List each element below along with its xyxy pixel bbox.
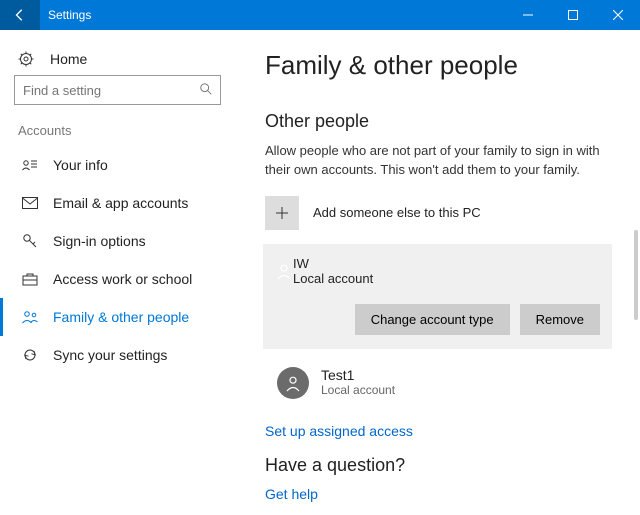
remove-account-button[interactable]: Remove — [520, 304, 600, 335]
mail-icon — [21, 197, 39, 209]
sync-icon — [21, 347, 39, 363]
close-button[interactable] — [595, 0, 640, 30]
account-name: Test1 — [321, 367, 395, 383]
nav-item-work-school[interactable]: Access work or school — [0, 260, 235, 298]
home-button[interactable]: Home — [0, 45, 235, 75]
account-name: IW — [293, 256, 373, 271]
scrollbar[interactable] — [634, 230, 638, 320]
back-button[interactable] — [0, 0, 40, 30]
nav-label: Access work or school — [53, 271, 192, 287]
maximize-button[interactable] — [550, 0, 595, 30]
nav-item-your-info[interactable]: Your info — [0, 146, 235, 184]
person-card-icon — [21, 158, 39, 172]
account-card-selected[interactable]: IW Local account Change account type Rem… — [263, 244, 612, 349]
question-title: Have a question? — [265, 455, 610, 476]
nav-item-signin[interactable]: Sign-in options — [0, 222, 235, 260]
nav-item-email[interactable]: Email & app accounts — [0, 184, 235, 222]
section-description: Allow people who are not part of your fa… — [265, 142, 605, 180]
search-input[interactable] — [14, 75, 221, 105]
home-label: Home — [50, 51, 87, 67]
account-card[interactable]: Test1 Local account — [265, 355, 610, 411]
nav-label: Sync your settings — [53, 347, 167, 363]
minimize-button[interactable] — [505, 0, 550, 30]
nav-label: Email & app accounts — [53, 195, 188, 211]
plus-icon — [265, 196, 299, 230]
title-bar: Settings — [0, 0, 640, 30]
people-icon — [21, 310, 39, 324]
briefcase-icon — [21, 272, 39, 286]
search-icon — [199, 82, 213, 96]
nav-group-label: Accounts — [0, 123, 235, 146]
window-title: Settings — [40, 8, 505, 22]
avatar-icon — [277, 367, 309, 399]
page-title: Family & other people — [265, 50, 610, 81]
section-title: Other people — [265, 111, 610, 132]
key-icon — [21, 233, 39, 249]
account-type: Local account — [293, 271, 373, 286]
add-someone-button[interactable]: Add someone else to this PC — [265, 196, 610, 230]
sidebar: Home Accounts Your info Email & app acco… — [0, 30, 235, 515]
get-help-link[interactable]: Get help — [265, 486, 610, 502]
add-label: Add someone else to this PC — [313, 205, 481, 220]
change-account-type-button[interactable]: Change account type — [355, 304, 510, 335]
assigned-access-link[interactable]: Set up assigned access — [265, 423, 610, 439]
window-controls — [505, 0, 640, 30]
nav-label: Sign-in options — [53, 233, 146, 249]
nav-label: Your info — [53, 157, 108, 173]
nav-label: Family & other people — [53, 309, 189, 325]
account-type: Local account — [321, 383, 395, 397]
nav-item-family[interactable]: Family & other people — [0, 298, 235, 336]
main-content: Family & other people Other people Allow… — [235, 30, 640, 515]
nav-item-sync[interactable]: Sync your settings — [0, 336, 235, 374]
gear-icon — [18, 51, 36, 67]
avatar-icon — [275, 262, 293, 280]
